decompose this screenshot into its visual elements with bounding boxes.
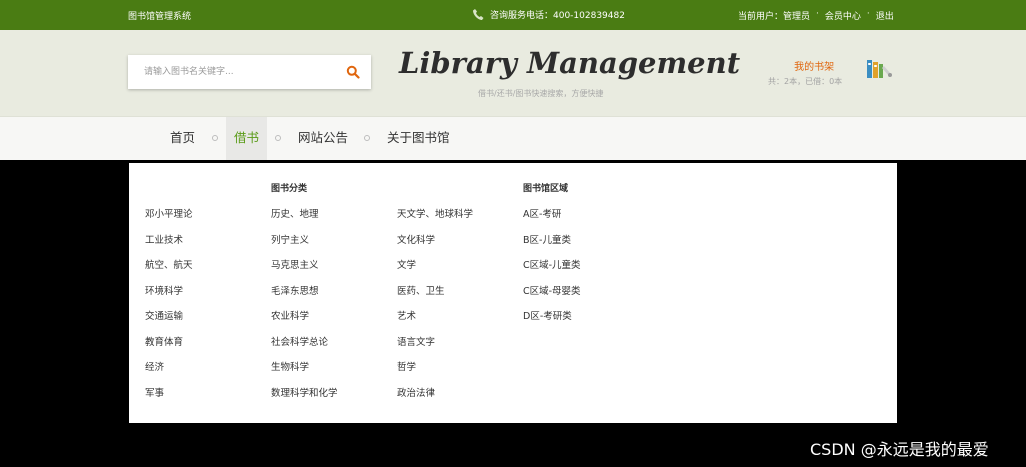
top-bar: 图书馆管理系统 咨询服务电话：400-102839482 当前用户： 管理员 ·… [0, 0, 1026, 30]
nav-announcements[interactable]: 网站公告 [290, 117, 356, 160]
area-link[interactable]: C区域-儿童类 [523, 257, 581, 271]
nav-separator [364, 135, 370, 141]
area-link[interactable]: C区域-母婴类 [523, 283, 581, 297]
category-link[interactable]: 马克思主义 [271, 257, 319, 271]
current-user-label: 当前用户： [738, 12, 784, 22]
phone-icon [473, 9, 484, 20]
category-link[interactable]: 医药、卫生 [397, 283, 445, 297]
category-link[interactable]: 政治法律 [397, 385, 435, 399]
category-link[interactable]: 交通运输 [145, 308, 183, 322]
user-links: 当前用户： 管理员 · 会员中心 · 退出 [738, 9, 894, 22]
site-name: 图书馆管理系统 [128, 12, 192, 22]
area-heading: 图书馆区域 [523, 184, 569, 194]
category-link[interactable]: 天文学、地球科学 [397, 206, 473, 220]
my-bookshelf[interactable]: 我的书架 共：2本，已借：0本 [768, 58, 842, 87]
tagline: 借书/还书/图书快速搜索，方便快捷 [478, 89, 604, 98]
category-link[interactable]: 军事 [145, 385, 164, 399]
borrow-dropdown-menu: 邓小平理论 工业技术 航空、航天 环境科学 交通运输 教育体育 经济 军事 图书… [129, 163, 897, 423]
nav-home[interactable]: 首页 [162, 117, 203, 160]
category-link[interactable]: 邓小平理论 [145, 206, 193, 220]
search-icon[interactable] [346, 65, 360, 79]
search-box [128, 55, 371, 89]
category-link[interactable]: 生物科学 [271, 359, 309, 373]
separator-dot: · [816, 9, 819, 19]
nav-about[interactable]: 关于图书馆 [379, 117, 458, 160]
nav-separator [275, 135, 281, 141]
search-input[interactable] [142, 66, 346, 78]
category-link[interactable]: 环境科学 [145, 283, 183, 297]
area-link[interactable]: D区-考研类 [523, 308, 572, 322]
logout-link[interactable]: 退出 [876, 9, 894, 22]
category-link[interactable]: 哲学 [397, 359, 416, 373]
category-link[interactable]: 数理科学和化学 [271, 385, 338, 399]
hotline-text: 咨询服务电话：400-102839482 [490, 11, 625, 21]
bookshelf-title[interactable]: 我的书架 [786, 58, 842, 73]
watermark: CSDN @永远是我的最爱 [810, 440, 989, 459]
user-name-link[interactable]: 管理员 [783, 9, 810, 22]
nav-borrow[interactable]: 借书 [226, 117, 268, 160]
category-link[interactable]: 列宁主义 [271, 232, 309, 246]
main-nav: 首页 借书 网站公告 关于图书馆 [0, 117, 1026, 160]
member-center-link[interactable]: 会员中心 [825, 9, 861, 22]
category-link[interactable]: 艺术 [397, 308, 416, 322]
bookshelf-icon[interactable] [866, 58, 894, 80]
category-link[interactable]: 农业科学 [271, 308, 309, 322]
category-link[interactable]: 工业技术 [145, 232, 183, 246]
category-link[interactable]: 毛泽东思想 [271, 283, 319, 297]
category-link[interactable]: 语言文字 [397, 334, 435, 348]
category-link[interactable]: 航空、航天 [145, 257, 193, 271]
separator-dot: · [866, 9, 870, 19]
category-link[interactable]: 历史、地理 [271, 206, 319, 220]
area-link[interactable]: B区-儿童类 [523, 232, 571, 246]
category-link[interactable]: 文化科学 [397, 232, 435, 246]
category-heading: 图书分类 [271, 184, 308, 194]
bookshelf-counts: 共：2本，已借：0本 [768, 77, 843, 86]
category-link[interactable]: 文学 [397, 257, 416, 271]
nav-separator [212, 135, 218, 141]
hotline: 咨询服务电话：400-102839482 [472, 8, 625, 21]
category-link[interactable]: 教育体育 [145, 334, 183, 348]
category-link[interactable]: 经济 [145, 359, 164, 373]
category-link[interactable]: 社会科学总论 [271, 334, 328, 348]
area-link[interactable]: A区-考研 [523, 206, 561, 220]
site-logo[interactable]: Library Management [399, 46, 740, 80]
